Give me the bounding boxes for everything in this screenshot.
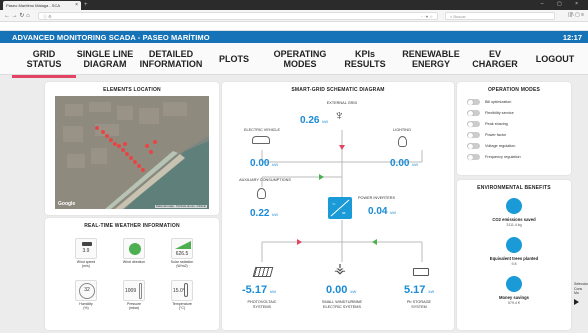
tab-renewable-energy[interactable]: RENEWABLE ENERGY <box>396 49 466 69</box>
tab-plots[interactable]: PLOTS <box>214 54 254 64</box>
environmental-title: ENVIRONMENTAL BENEFITS <box>477 185 551 191</box>
co2-title: CO2 emissions saved <box>492 217 536 222</box>
wind-turbine-icon: ⚶ <box>334 260 346 276</box>
weather-item-humidity: 32 Humidity (%) <box>72 280 100 310</box>
clock: 12:17 <box>562 33 582 42</box>
toggle-switch[interactable] <box>467 110 480 116</box>
pv-label: PHOTOVOLTAIC SYSTEMS <box>247 300 277 309</box>
svg-text:~: ~ <box>332 202 336 208</box>
co2-value: 3111.4 kg <box>506 223 522 227</box>
schematic-diagram-card: SMART-GRID SCHEMATIC DIAGRAM EXTERNAL GR… <box>222 82 454 330</box>
weather-item-pressure: 1009 Pressure (mbar) <box>120 280 148 310</box>
tab-single-line-diagram[interactable]: SINGLE LINE DIAGRAM <box>74 49 136 69</box>
wind-speed-icon <box>82 242 92 246</box>
storage-label: Pb STORAGE SYSTEM <box>406 300 432 309</box>
weather-item-wind-direction: Wind direction <box>120 238 148 264</box>
weather-title: REAL-TIME WEATHER INFORMATION <box>84 223 180 229</box>
address-bar[interactable]: ⓘ ⚙ ··· ♥ ☆ <box>38 12 438 20</box>
power-inverter-icon: ~ = <box>328 197 352 219</box>
toggle-switch[interactable] <box>467 99 480 105</box>
operation-modes-card: OPERATION MODES Bill optimization Flexib… <box>457 82 571 175</box>
solar-radiation-icon <box>175 241 191 249</box>
location-map[interactable]: Google Datos del mapa · Términos de uso … <box>55 96 209 209</box>
transmission-tower-icon: ♆ <box>334 107 345 123</box>
toggle-switch[interactable] <box>467 154 480 160</box>
window-controls[interactable]: – ▢ × <box>541 1 584 7</box>
trees-title: Equivalent trees planted <box>489 256 539 261</box>
lighting-value: 0.00 kW <box>390 158 419 169</box>
weather-item-temperature: 15.0° Temperature (°C) <box>168 280 196 310</box>
toolbar-extra-icons[interactable]: |||\ ▢ ≡ <box>568 12 584 18</box>
logout-button[interactable]: LOGOUT <box>530 54 580 64</box>
pv-value: -5.17 kW <box>242 284 276 296</box>
auxiliary-value: 0.22 kW <box>250 208 279 219</box>
pressure-icon <box>139 283 142 299</box>
light-bulb-icon <box>398 136 407 147</box>
weather-item-wind-speed: 3.9 Wind speed (m/s) <box>72 238 100 268</box>
tab-kpis-results[interactable]: KPIs RESULTS <box>340 49 390 69</box>
tab-ev-charger[interactable]: EV CHARGER <box>472 49 518 69</box>
environmental-benefits-card: ENVIRONMENTAL BENEFITS CO2 emissions sav… <box>457 180 571 330</box>
tab-grid-status[interactable]: GRID STATUS <box>12 49 76 78</box>
trees-value: 9.8 <box>511 262 517 266</box>
search-placeholder: Buscar <box>453 14 466 19</box>
storage-value: 5.17 kW <box>404 284 435 296</box>
toggle-switch[interactable] <box>467 121 480 127</box>
money-icon <box>506 276 522 292</box>
app-header: ADVANCED MONITORING SCADA - PASEO MARÍTI… <box>0 31 588 43</box>
search-input[interactable]: ⌕ Buscar <box>445 12 555 20</box>
browser-tab-bar: Paseo Marítimo Málaga - SCA × + – ▢ × <box>0 0 588 10</box>
thermometer-icon <box>184 283 188 297</box>
external-grid-value: 0.26 kW <box>300 115 329 126</box>
google-attribution: Google <box>58 201 76 207</box>
browser-tab[interactable]: Paseo Marítimo Málaga - SCA × <box>3 1 81 10</box>
auxiliary-label: AUXILIARY CONSUMPTIONS <box>239 178 291 182</box>
side-note: SeleccionaConsMo <box>574 282 588 305</box>
inverters-value: 0.04 kW <box>368 206 397 217</box>
weather-item-solar-radiation: 626.5 Solar radiation (W/m2) <box>168 238 196 268</box>
new-tab-icon[interactable]: + <box>84 2 88 8</box>
bookmarks-strip <box>0 22 588 31</box>
battery-icon <box>413 268 429 276</box>
operation-modes-title: OPERATION MODES <box>487 87 541 93</box>
auxiliary-bulb-icon <box>257 188 266 199</box>
elements-location-card: ELEMENTS LOCATION Google Datos del mapa … <box>45 82 219 215</box>
money-value: 579.4 € <box>508 301 520 305</box>
toggle-switch[interactable] <box>467 143 480 149</box>
satellite-map-image <box>55 96 209 209</box>
elements-location-title: ELEMENTS LOCATION <box>103 87 161 93</box>
money-title: Money savings <box>498 295 530 300</box>
toggle-switch[interactable] <box>467 132 480 138</box>
electric-vehicle-value: 0.00 kW <box>250 158 279 169</box>
info-icon: ⓘ ⚙ <box>43 14 52 19</box>
tab-operating-modes[interactable]: OPERATING MODES <box>270 49 330 69</box>
app-title: ADVANCED MONITORING SCADA - PASEO MARÍTI… <box>12 33 210 42</box>
external-grid-label: EXTERNAL GRID <box>326 101 358 105</box>
back-forward-reload-icons[interactable]: ← → ↻ ⌂ <box>4 12 30 19</box>
co2-icon <box>506 198 522 214</box>
weather-card: REAL-TIME WEATHER INFORMATION 3.9 Wind s… <box>45 218 219 330</box>
tab-title: Paseo Marítimo Málaga - SCA <box>6 3 61 8</box>
wind-value: 0.00 kW <box>326 284 357 296</box>
inverters-label: POWER INVERTERS <box>358 196 396 200</box>
map-footer[interactable]: Datos del mapa · Términos de uso · Infor… <box>155 205 207 208</box>
main-menu: GRID STATUS SINGLE LINE DIAGRAM DETAILED IN… <box>0 43 588 78</box>
lighting-label: LIGHTING <box>393 128 411 132</box>
wind-direction-icon <box>129 243 141 255</box>
browser-nav-bar: ← → ↻ ⌂ ⓘ ⚙ ··· ♥ ☆ ⌕ Buscar |||\ ▢ ≡ <box>0 10 588 22</box>
electric-car-icon <box>252 136 270 144</box>
humidity-icon: 32 <box>79 283 95 299</box>
svg-text:=: = <box>342 211 346 217</box>
close-tab-icon[interactable]: × <box>75 2 78 8</box>
tab-detailed-information[interactable]: DETAILED INFORMATION <box>136 49 206 69</box>
solar-panel-icon <box>252 267 274 277</box>
play-icon[interactable] <box>574 298 579 305</box>
tree-icon <box>506 237 522 253</box>
bookmark-icons[interactable]: ··· ♥ ☆ <box>421 14 433 19</box>
electric-vehicle-label: ELECTRIC VEHICLE <box>243 128 281 132</box>
wind-label: SMALL WINDTURBINE ELECTRIC SYSTEMS <box>321 300 363 309</box>
